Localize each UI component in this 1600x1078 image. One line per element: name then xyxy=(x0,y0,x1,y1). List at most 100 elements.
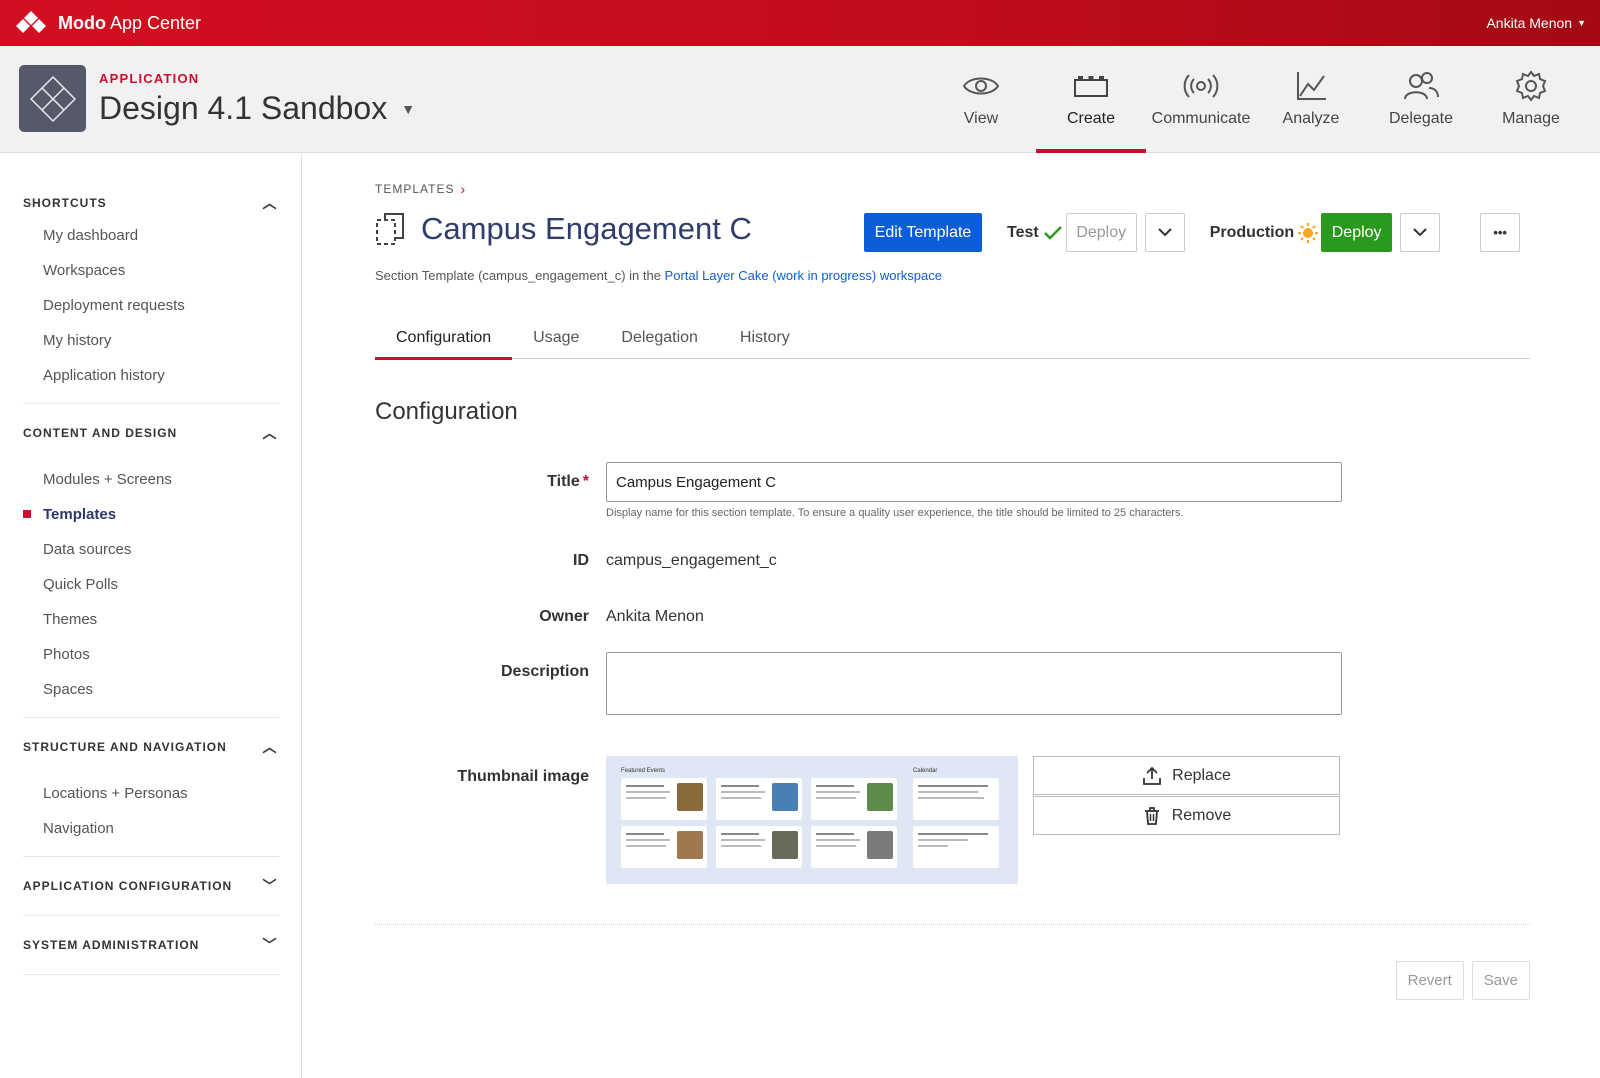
sidebar-section-header[interactable]: SYSTEM ADMINISTRATION ﹀ xyxy=(23,916,279,974)
app-eyebrow: APPLICATION xyxy=(99,71,200,86)
thumb-featured-label: Featured Events xyxy=(621,768,666,774)
sidebar-item-modules-screens[interactable]: Modules + Screens xyxy=(23,462,279,497)
section-title: CONTENT AND DESIGN xyxy=(23,426,178,440)
thumb-card xyxy=(621,826,707,868)
sidebar-item-spaces[interactable]: Spaces xyxy=(23,672,279,707)
form-footer: Revert Save xyxy=(1395,961,1530,1000)
sidebar-item-my-history[interactable]: My history xyxy=(23,323,279,358)
sidebar-item-workspaces[interactable]: Workspaces xyxy=(23,253,279,288)
sidebar-item-deployment-requests[interactable]: Deployment requests xyxy=(23,288,279,323)
remove-button[interactable]: Remove xyxy=(1033,796,1340,835)
production-env-label: Production xyxy=(1209,222,1319,243)
tab-configuration[interactable]: Configuration xyxy=(375,316,513,360)
production-label: Production xyxy=(1209,223,1295,241)
description-textarea[interactable] xyxy=(606,652,1342,715)
page-title: Campus Engagement C xyxy=(375,207,752,251)
chevron-right-icon: › xyxy=(460,181,467,197)
revert-button[interactable]: Revert xyxy=(1395,961,1464,1000)
app-switcher[interactable]: Design 4.1 Sandbox ▼ xyxy=(99,90,415,127)
id-value: campus_engagement_c xyxy=(606,552,777,569)
page-title-text: Campus Engagement C xyxy=(421,211,752,246)
thumb-card xyxy=(811,826,897,868)
app-name: Design 4.1 Sandbox xyxy=(99,90,388,126)
brand[interactable]: Modo App Center xyxy=(14,11,201,35)
nav-communicate[interactable]: Communicate xyxy=(1146,46,1256,153)
nav-view-label: View xyxy=(963,110,999,127)
description-label: Description xyxy=(500,663,589,680)
line-chart-icon xyxy=(1297,72,1326,100)
id-label: ID xyxy=(573,552,589,569)
app-diamond-icon xyxy=(29,75,76,122)
nav-manage-label: Manage xyxy=(1502,110,1560,127)
caret-down-icon: ▼ xyxy=(401,100,416,117)
test-deploy-button[interactable]: Deploy xyxy=(1065,213,1137,252)
user-menu[interactable]: Ankita Menon ▼ xyxy=(1486,0,1586,46)
top-nav: View Create Communicate Analyze Delegate… xyxy=(926,46,1586,153)
thumb-card xyxy=(621,778,707,820)
chevron-down-icon: ﹀ xyxy=(262,937,278,953)
section-title: SYSTEM ADMINISTRATION xyxy=(23,938,200,952)
gear-icon xyxy=(1515,70,1547,102)
thumb-card xyxy=(716,778,802,820)
breadcrumb[interactable]: TEMPLATES › xyxy=(375,181,466,197)
sidebar-item-locations-personas[interactable]: Locations + Personas xyxy=(23,776,279,811)
more-actions-button[interactable]: ••• xyxy=(1480,213,1521,252)
owner-label: Owner xyxy=(539,608,589,625)
sidebar-item-templates[interactable]: Templates xyxy=(23,497,279,532)
title-help-text: Display name for this section template. … xyxy=(606,507,1184,519)
top-bar: Modo App Center Ankita Menon ▼ xyxy=(0,0,1600,46)
sidebar-section-header[interactable]: CONTENT AND DESIGN ︿ xyxy=(23,404,279,462)
sidebar-section-header[interactable]: APPLICATION CONFIGURATION ﹀ xyxy=(23,857,279,915)
title-input[interactable] xyxy=(606,462,1342,502)
sidebar-item-photos[interactable]: Photos xyxy=(23,637,279,672)
users-icon xyxy=(1404,72,1439,100)
sidebar-item-navigation[interactable]: Navigation xyxy=(23,811,279,846)
template-subline: Section Template (campus_engagement_c) i… xyxy=(375,268,942,283)
section-title: APPLICATION CONFIGURATION xyxy=(23,879,233,893)
chevron-down-icon xyxy=(1158,228,1172,237)
nav-analyze-label: Analyze xyxy=(1282,110,1340,127)
trash-icon xyxy=(1144,806,1159,825)
tab-usage[interactable]: Usage xyxy=(512,316,600,359)
broadcast-icon xyxy=(1183,74,1219,98)
breadcrumb-templates: TEMPLATES xyxy=(375,182,455,196)
sidebar-section-application-configuration: APPLICATION CONFIGURATION ﹀ xyxy=(23,857,279,916)
nav-view[interactable]: View xyxy=(926,46,1036,153)
edit-template-button[interactable]: Edit Template xyxy=(864,213,982,252)
tab-bar: Configuration Usage Delegation History xyxy=(375,316,1530,360)
sidebar-section-header[interactable]: SHORTCUTS ︿ xyxy=(23,188,279,218)
chevron-up-icon: ︿ xyxy=(262,195,278,211)
test-deploy-menu-button[interactable] xyxy=(1144,213,1185,252)
tab-history[interactable]: History xyxy=(719,316,811,359)
sidebar-section-system-administration: SYSTEM ADMINISTRATION ﹀ xyxy=(23,916,279,975)
sidebar-section-header[interactable]: STRUCTURE AND NAVIGATION ︿ xyxy=(23,718,279,776)
tab-delegation[interactable]: Delegation xyxy=(600,316,719,359)
chevron-down-icon xyxy=(1413,228,1427,237)
form-divider xyxy=(375,924,1530,925)
sidebar-item-application-history[interactable]: Application history xyxy=(23,358,279,393)
chevron-up-icon: ︿ xyxy=(262,425,278,441)
sidebar-item-my-dashboard[interactable]: My dashboard xyxy=(23,218,279,253)
sidebar-item-quick-polls[interactable]: Quick Polls xyxy=(23,567,279,602)
production-deploy-menu-button[interactable] xyxy=(1400,213,1441,252)
section-title: STRUCTURE AND NAVIGATION xyxy=(23,740,227,754)
replace-label: Replace xyxy=(1172,766,1231,784)
nav-analyze[interactable]: Analyze xyxy=(1256,46,1366,153)
subline-text: Section Template (campus_engagement_c) i… xyxy=(375,268,665,283)
production-deploy-button[interactable]: Deploy xyxy=(1321,213,1393,252)
nav-delegate[interactable]: Delegate xyxy=(1366,46,1476,153)
sidebar-item-data-sources[interactable]: Data sources xyxy=(23,532,279,567)
thumb-calendar-label: Calendar xyxy=(913,768,938,774)
nav-create-label: Create xyxy=(1066,110,1116,127)
test-label: Test xyxy=(1007,223,1039,241)
save-button[interactable]: Save xyxy=(1471,961,1530,1000)
title-label: Title * xyxy=(375,473,589,491)
nav-manage[interactable]: Manage xyxy=(1476,46,1586,153)
replace-button[interactable]: Replace xyxy=(1033,756,1340,795)
caret-down-icon: ▼ xyxy=(1577,18,1586,28)
sidebar-item-themes[interactable]: Themes xyxy=(23,602,279,637)
nav-create[interactable]: Create xyxy=(1036,46,1146,153)
user-name: Ankita Menon xyxy=(1486,15,1573,31)
workspace-link[interactable]: Portal Layer Cake (work in progress) wor… xyxy=(665,268,942,283)
